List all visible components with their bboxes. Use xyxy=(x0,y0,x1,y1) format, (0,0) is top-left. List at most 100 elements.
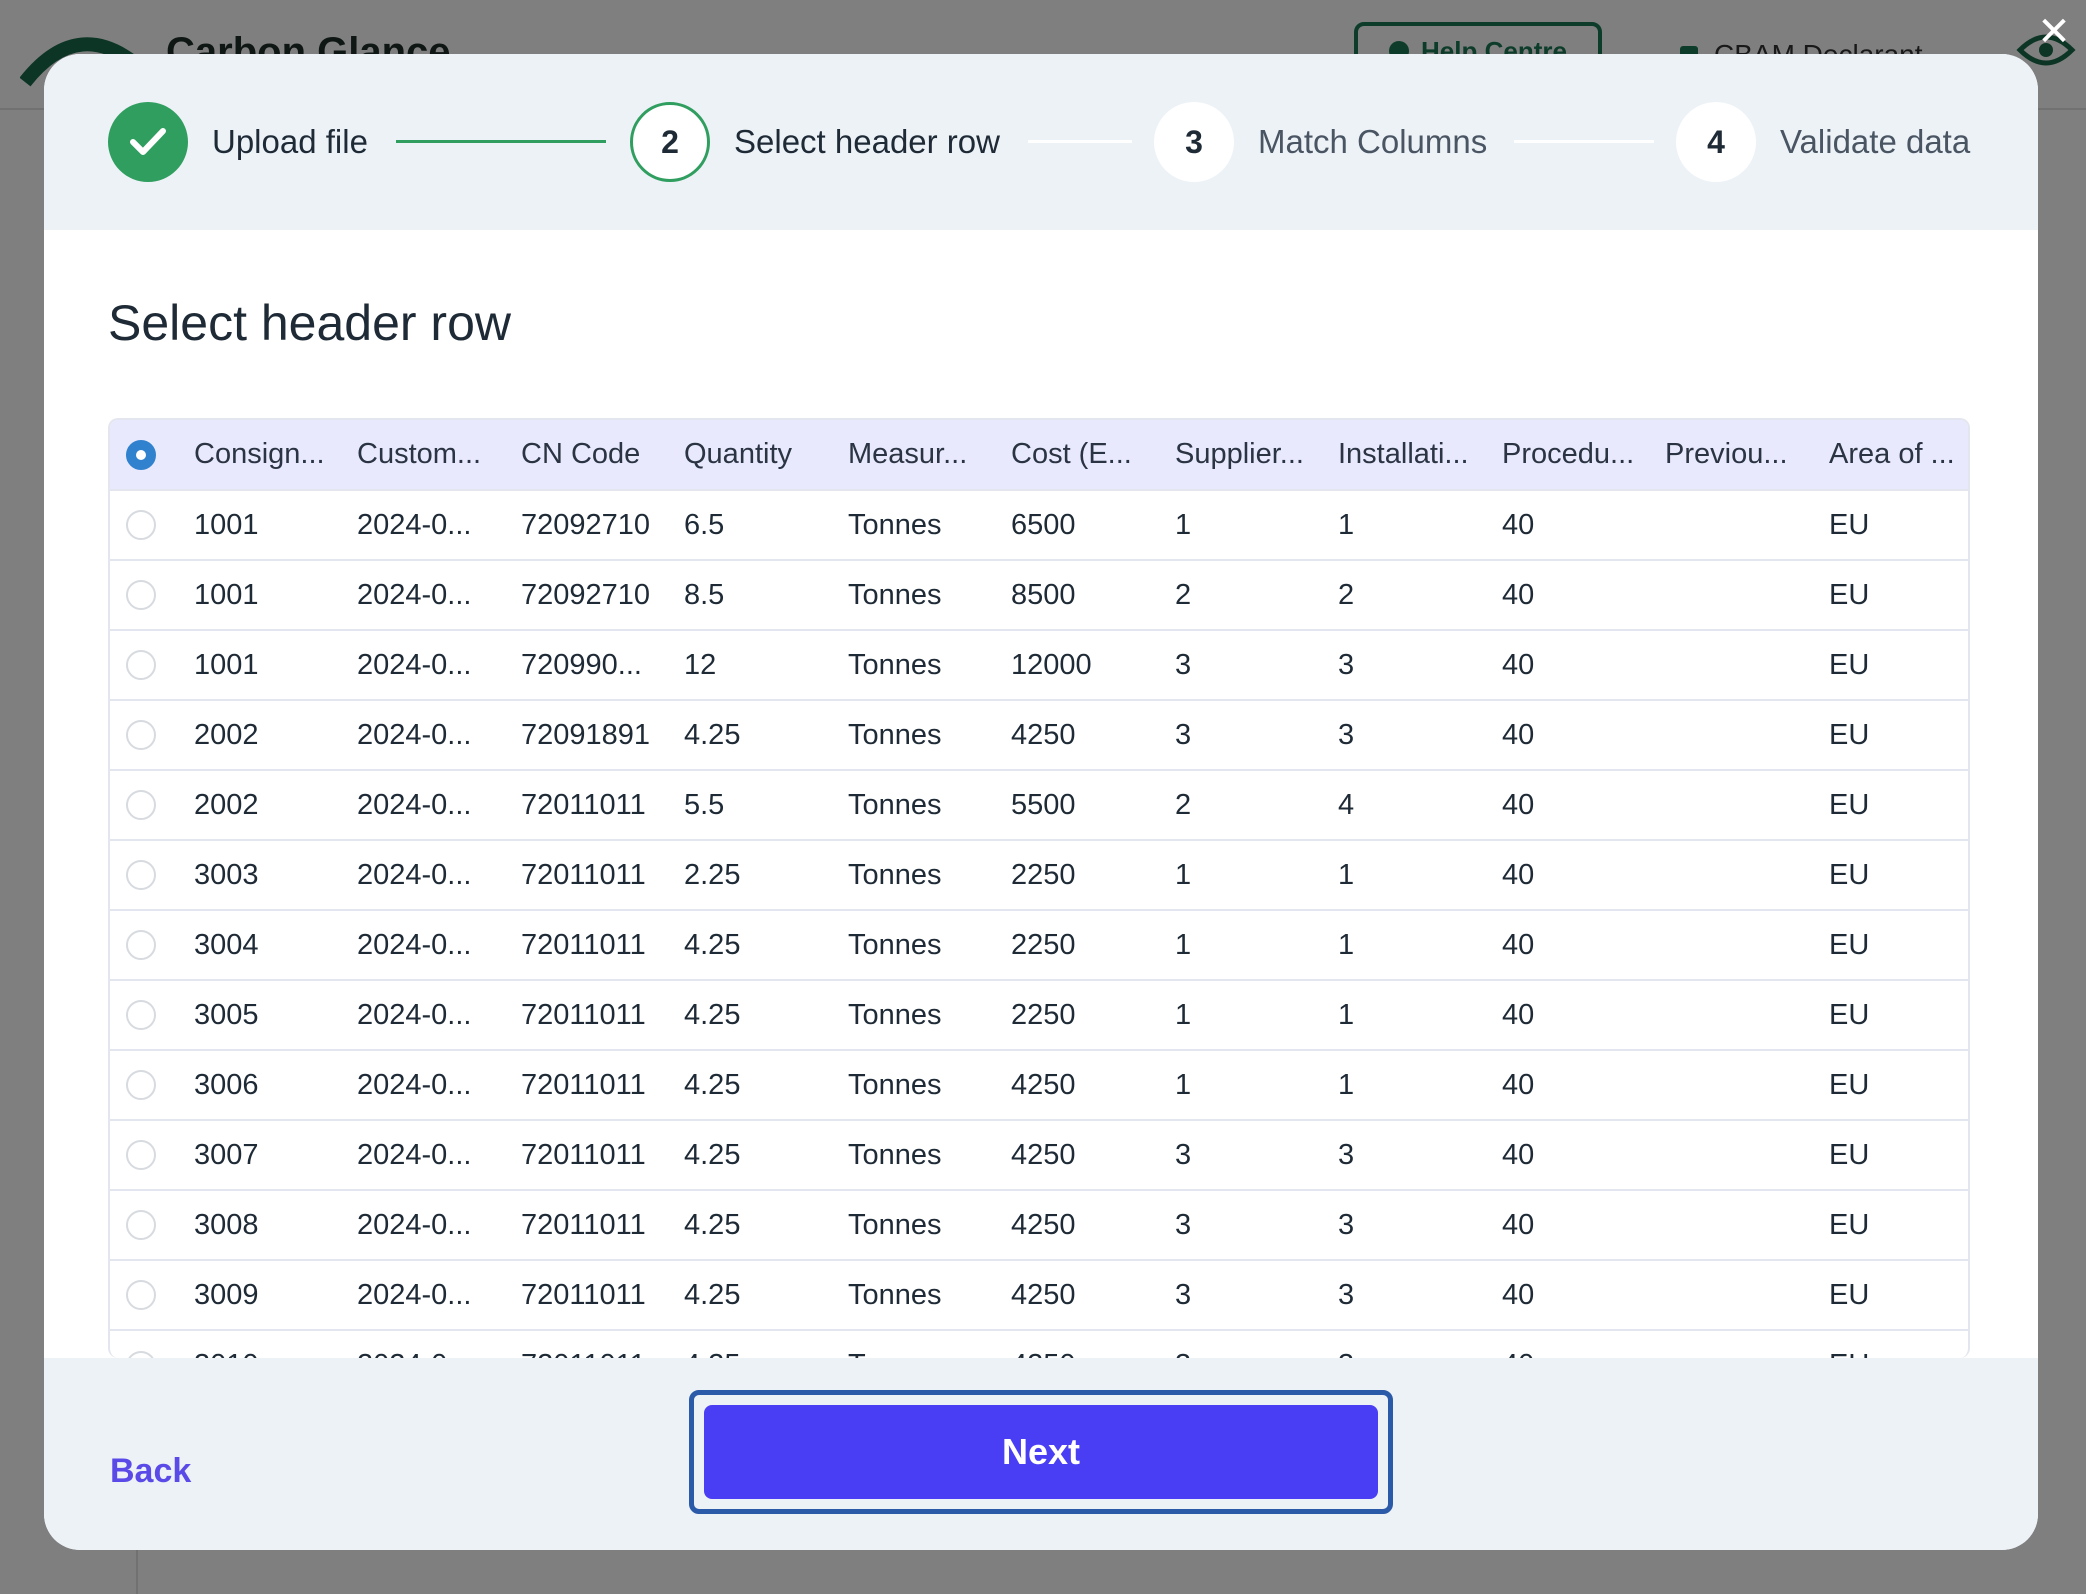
table-cell: Tonnes xyxy=(848,578,942,611)
table-cell: 2024-0... xyxy=(357,578,472,611)
table-cell: Tonnes xyxy=(848,1138,942,1171)
row-radio[interactable] xyxy=(126,1000,156,1030)
table-cell: 12 xyxy=(684,648,717,681)
table-row[interactable]: 1001 2024-0... 720990... 12 Tonnes 12000 3 3 40 E… xyxy=(110,630,1968,700)
table-cell: EU xyxy=(1829,1068,1870,1101)
table-cell: EU xyxy=(1829,1278,1870,1311)
table-cell: EU xyxy=(1829,1208,1870,1241)
table-cell: EU xyxy=(1829,858,1870,891)
table-cell: 2024-0... xyxy=(357,998,472,1031)
table-cell: 1 xyxy=(1175,1068,1192,1101)
table-cell: 4.25 xyxy=(684,718,741,751)
column-header: Consign... xyxy=(194,438,325,470)
row-radio[interactable] xyxy=(126,930,156,960)
row-radio[interactable] xyxy=(126,1280,156,1310)
table-cell: Tonnes xyxy=(848,648,942,681)
row-radio[interactable] xyxy=(126,510,156,540)
row-radio[interactable] xyxy=(126,720,156,750)
back-button[interactable]: Back xyxy=(110,1452,191,1491)
step-validate-data: 4 Validate data xyxy=(1676,102,1970,182)
step-upload-file: Upload file xyxy=(108,102,368,182)
row-radio[interactable] xyxy=(126,1350,156,1358)
step-2-circle: 2 xyxy=(630,102,710,182)
table-cell: 3008 xyxy=(194,1208,259,1241)
next-button[interactable]: Next xyxy=(704,1405,1378,1499)
table-cell: 72011011 xyxy=(521,858,646,891)
table-row[interactable]: 1001 2024-0... 72092710 8.5 Tonnes 8500 2 2 40 EU xyxy=(110,560,1968,630)
table-cell: 2 xyxy=(1338,578,1355,611)
table-cell xyxy=(1665,1120,1829,1190)
table-cell: 1 xyxy=(1175,508,1192,541)
table-row[interactable]: 3007 2024-0... 72011011 4.25 Tonnes 4250 3 3 40 E… xyxy=(110,1120,1968,1190)
table-row[interactable]: 3005 2024-0... 72011011 4.25 Tonnes 2250 1 1 40 E… xyxy=(110,980,1968,1050)
table-cell: 4250 xyxy=(1011,1138,1076,1171)
table-cell: 3 xyxy=(1175,1138,1192,1171)
table-cell: 1 xyxy=(1175,998,1192,1031)
table-row[interactable]: 30102024-0...720110114.25Tonnes42503340E… xyxy=(110,1330,1968,1358)
column-header: Installati... xyxy=(1338,438,1469,470)
table-cell: 40 xyxy=(1502,1278,1535,1311)
table-cell: 40 xyxy=(1502,858,1535,891)
table-cell: Tonnes xyxy=(848,858,942,891)
table-row[interactable]: 1001 2024-0... 72092710 6.5 Tonnes 6500 1 1 40 EU xyxy=(110,490,1968,560)
table-cell: 4 xyxy=(1338,788,1355,821)
column-header: CN Code xyxy=(521,438,641,470)
table-cell: EU xyxy=(1829,508,1870,541)
row-radio[interactable] xyxy=(126,860,156,890)
table-cell: 5.5 xyxy=(684,788,725,821)
table-cell: 72011011 xyxy=(521,1330,684,1358)
table-cell: 1 xyxy=(1338,928,1355,961)
table-row[interactable]: 3004 2024-0... 72011011 4.25 Tonnes 2250 1 1 40 E… xyxy=(110,910,1968,980)
table-row[interactable]: 3003 2024-0... 72011011 2.25 Tonnes 2250 1 1 40 E… xyxy=(110,840,1968,910)
table-cell xyxy=(1665,1050,1829,1120)
table-cell: Tonnes xyxy=(848,788,942,821)
table-cell: 3 xyxy=(1338,718,1355,751)
row-radio[interactable] xyxy=(126,580,156,610)
row-radio[interactable] xyxy=(126,1140,156,1170)
table-cell xyxy=(1665,1190,1829,1260)
table-cell: 3004 xyxy=(194,928,259,961)
table-cell: 3 xyxy=(1338,648,1355,681)
table-cell: 2002 xyxy=(194,718,259,751)
column-header: Supplier... xyxy=(1175,438,1304,470)
table-cell: 2 xyxy=(1175,788,1192,821)
table-cell: 1 xyxy=(1175,928,1192,961)
step-3-label: Match Columns xyxy=(1258,123,1488,160)
table-cell: 72011011 xyxy=(521,928,646,961)
close-icon[interactable]: ✕ xyxy=(2034,12,2074,52)
table-cell: 2250 xyxy=(1011,928,1076,961)
table-cell: 3 xyxy=(1175,648,1192,681)
table-row[interactable]: 3009 2024-0... 72011011 4.25 Tonnes 4250 3 3 40 E… xyxy=(110,1260,1968,1330)
table-cell: EU xyxy=(1829,648,1870,681)
table-row[interactable]: 2002 2024-0... 72091891 4.25 Tonnes 4250 3 3 40 E… xyxy=(110,700,1968,770)
table-cell: 4250 xyxy=(1011,718,1076,751)
row-radio[interactable] xyxy=(126,1070,156,1100)
table-cell: EU xyxy=(1829,578,1870,611)
table-cell xyxy=(1665,560,1829,630)
header-row-radio[interactable] xyxy=(126,439,156,470)
table-cell: Tonnes xyxy=(848,1330,1011,1358)
column-header: Custom... xyxy=(357,438,482,470)
column-header: Cost (E... xyxy=(1011,438,1132,470)
modal-footer: Back Next xyxy=(44,1358,2038,1550)
table-cell: 1 xyxy=(1338,858,1355,891)
table-row[interactable]: 2002 2024-0... 72011011 5.5 Tonnes 5500 2 4 40 EU xyxy=(110,770,1968,840)
table-cell: 2024-0... xyxy=(357,928,472,961)
table-row[interactable]: 3008 2024-0... 72011011 4.25 Tonnes 4250 3 3 40 E… xyxy=(110,1190,1968,1260)
table-cell: 72011011 xyxy=(521,1278,646,1311)
table-cell: 72092710 xyxy=(521,508,651,541)
table-header-row[interactable]: Consign... Custom... CN Code Quantity Me… xyxy=(110,420,1968,490)
row-radio[interactable] xyxy=(126,650,156,680)
table-row[interactable]: 3006 2024-0... 72011011 4.25 Tonnes 4250 1 1 40 E… xyxy=(110,1050,1968,1120)
table-cell: 1 xyxy=(1338,998,1355,1031)
table-cell: 4250 xyxy=(1011,1278,1076,1311)
row-radio[interactable] xyxy=(126,1210,156,1240)
table-cell: 72011011 xyxy=(521,1208,646,1241)
step-2-label: Select header row xyxy=(734,123,1000,160)
table-cell: 40 xyxy=(1502,928,1535,961)
table-cell xyxy=(1665,770,1829,840)
table-cell: 2024-0... xyxy=(357,788,472,821)
table-cell xyxy=(1665,1330,1829,1358)
row-radio[interactable] xyxy=(126,790,156,820)
table-cell: 12000 xyxy=(1011,648,1092,681)
